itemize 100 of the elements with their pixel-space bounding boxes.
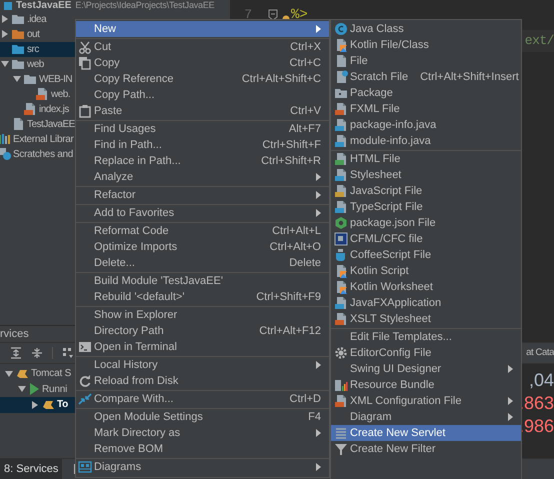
tree-item[interactable]: out xyxy=(27,26,40,42)
menu-item[interactable]: Stylesheet xyxy=(331,167,521,183)
menu-item[interactable]: Reformat Code Ctrl+Alt+L xyxy=(76,223,329,239)
table-value: .863 xyxy=(518,393,554,413)
class-circle-icon xyxy=(334,22,348,36)
expand-all-icon xyxy=(10,347,22,359)
menu-item[interactable]: JavaScript File xyxy=(331,183,521,199)
tree-item[interactable]: TestJavaEE xyxy=(27,116,75,132)
menu-item[interactable]: Optimize Imports Ctrl+Alt+O xyxy=(76,239,329,255)
menu-item[interactable]: Add to Favorites xyxy=(76,205,329,221)
shortcut-text: Ctrl+D xyxy=(290,392,321,407)
menu-item[interactable]: Local History xyxy=(76,357,329,373)
tree-item[interactable]: web. xyxy=(51,86,70,102)
menu-item[interactable]: Create New Servlet xyxy=(331,425,521,441)
copy-icon xyxy=(78,56,92,70)
tree-item[interactable]: Scratches and xyxy=(13,146,74,162)
menu-item[interactable]: package-info.java xyxy=(331,117,521,133)
shortcut-text: Ctrl+Alt+L xyxy=(272,224,321,239)
menu-item[interactable]: Kotlin Worksheet xyxy=(331,279,521,295)
shortcut-text: Ctrl+X xyxy=(290,40,321,55)
menu-item[interactable]: Create New Filter xyxy=(331,441,521,457)
menu-item[interactable]: Diagram xyxy=(331,409,521,425)
file-icon xyxy=(35,87,49,101)
menu-item[interactable]: Open in Terminal xyxy=(76,339,329,355)
menu-item[interactable]: Open Module Settings F4 xyxy=(76,409,329,425)
menu-item[interactable]: Analyze xyxy=(76,169,329,185)
menu-item[interactable]: package.json File xyxy=(331,215,521,231)
menu-item[interactable]: Find Usages Alt+F7 xyxy=(76,121,329,137)
file-icon xyxy=(334,200,348,214)
tree-item[interactable]: To xyxy=(57,397,68,412)
menu-item[interactable]: Remove BOM xyxy=(76,441,329,457)
tree-item[interactable]: Runni xyxy=(42,382,68,397)
tree-item[interactable]: index.js xyxy=(39,102,69,116)
menu-item[interactable]: Kotlin Script xyxy=(331,263,521,279)
folder-icon xyxy=(23,72,37,86)
menu-item[interactable]: Diagrams xyxy=(76,459,329,475)
menu-item[interactable]: Package xyxy=(331,85,521,101)
cup-icon xyxy=(334,248,348,262)
menu-item[interactable]: TypeScript File xyxy=(331,199,521,215)
menu-item[interactable]: JavaFXApplication xyxy=(331,295,521,311)
menu-item[interactable]: Refactor xyxy=(76,187,329,203)
menu-item[interactable]: Replace in Path... Ctrl+Shift+R xyxy=(76,153,329,169)
file-icon xyxy=(334,152,348,166)
tree-item[interactable]: .idea xyxy=(27,12,46,26)
menu-item[interactable]: Mark Directory as xyxy=(76,425,329,441)
menu-item[interactable]: Paste Ctrl+V xyxy=(76,103,329,119)
menu-item[interactable]: Copy Path... xyxy=(76,87,329,103)
menu-item[interactable]: Java Class xyxy=(331,21,521,37)
project-name: TestJavaEE xyxy=(16,0,72,11)
clipboard-icon xyxy=(78,104,92,118)
tree-item[interactable]: External Librar xyxy=(13,132,74,146)
group-icon xyxy=(62,347,74,359)
menu-item[interactable]: Find in Path... Ctrl+Shift+F xyxy=(76,137,329,153)
shortcut-text: Ctrl+Alt+Shift+C xyxy=(242,72,321,87)
menu-item[interactable]: EditorConfig File xyxy=(331,345,521,361)
menu-item[interactable]: Directory Path Ctrl+Alt+F12 xyxy=(76,323,329,339)
table-value: .986 xyxy=(518,416,554,436)
tree-item[interactable]: web xyxy=(27,56,44,72)
menu-item[interactable]: Show in Explorer xyxy=(76,307,329,323)
menu-item[interactable]: Rebuild '<default>' Ctrl+Shift+F9 xyxy=(76,289,329,305)
menu-item[interactable]: CoffeeScript File xyxy=(331,247,521,263)
shortcut-text: Ctrl+Alt+Shift+Insert xyxy=(420,70,519,85)
menu-item[interactable]: Cut Ctrl+X xyxy=(76,39,329,55)
shortcut-text: Alt+F7 xyxy=(288,122,321,137)
file-icon xyxy=(334,184,348,198)
shortcut-text: Ctrl+Shift+F9 xyxy=(256,290,321,305)
shortcut-text: Ctrl+Shift+F xyxy=(262,138,321,153)
menu-item[interactable]: File xyxy=(331,53,521,69)
menu-item[interactable]: Delete... Delete xyxy=(76,255,329,271)
table-value: ,04 xyxy=(528,370,554,390)
menu-item[interactable]: XML Configuration File xyxy=(331,393,521,409)
tree-item[interactable]: src xyxy=(27,42,39,56)
menu-item[interactable]: HTML File xyxy=(331,151,521,167)
menu-item[interactable]: Scratch File Ctrl+Alt+Shift+Insert xyxy=(331,69,521,85)
file-icon xyxy=(11,117,25,131)
tool-window-tab[interactable]: 8: Services xyxy=(0,459,62,479)
gear-icon xyxy=(334,346,348,360)
fold-icon xyxy=(268,9,278,21)
menu-item[interactable]: XSLT Stylesheet xyxy=(331,311,521,327)
menu-item[interactable]: Edit File Templates... xyxy=(331,329,521,345)
scratches-icon xyxy=(0,147,12,161)
menu-item[interactable]: FXML File xyxy=(331,101,521,117)
menu-item[interactable]: New xyxy=(76,21,329,37)
folder-icon xyxy=(334,86,348,100)
menu-item[interactable]: module-info.java xyxy=(331,133,521,149)
tree-item[interactable]: Tomcat S xyxy=(31,366,72,382)
menu-item[interactable]: Copy Ctrl+C xyxy=(76,55,329,71)
menu-item[interactable]: Reload from Disk xyxy=(76,373,329,389)
menu-item[interactable]: Swing UI Designer xyxy=(331,361,521,377)
file-icon xyxy=(334,296,348,310)
menu-item[interactable]: Resource Bundle xyxy=(331,377,521,393)
menu-item[interactable]: Compare With... Ctrl+D xyxy=(76,391,329,407)
file-icon xyxy=(334,312,348,326)
menu-item[interactable]: CFML/CFC file xyxy=(331,231,521,247)
tree-item[interactable]: WEB-IN xyxy=(39,72,72,86)
shortcut-text: Ctrl+C xyxy=(290,56,321,71)
menu-item[interactable]: Build Module 'TestJavaEE' xyxy=(76,273,329,289)
bar-chart-icon xyxy=(334,378,348,392)
menu-item[interactable]: Copy Reference Ctrl+Alt+Shift+C xyxy=(76,71,329,87)
menu-item[interactable]: Kotlin File/Class xyxy=(331,37,521,53)
